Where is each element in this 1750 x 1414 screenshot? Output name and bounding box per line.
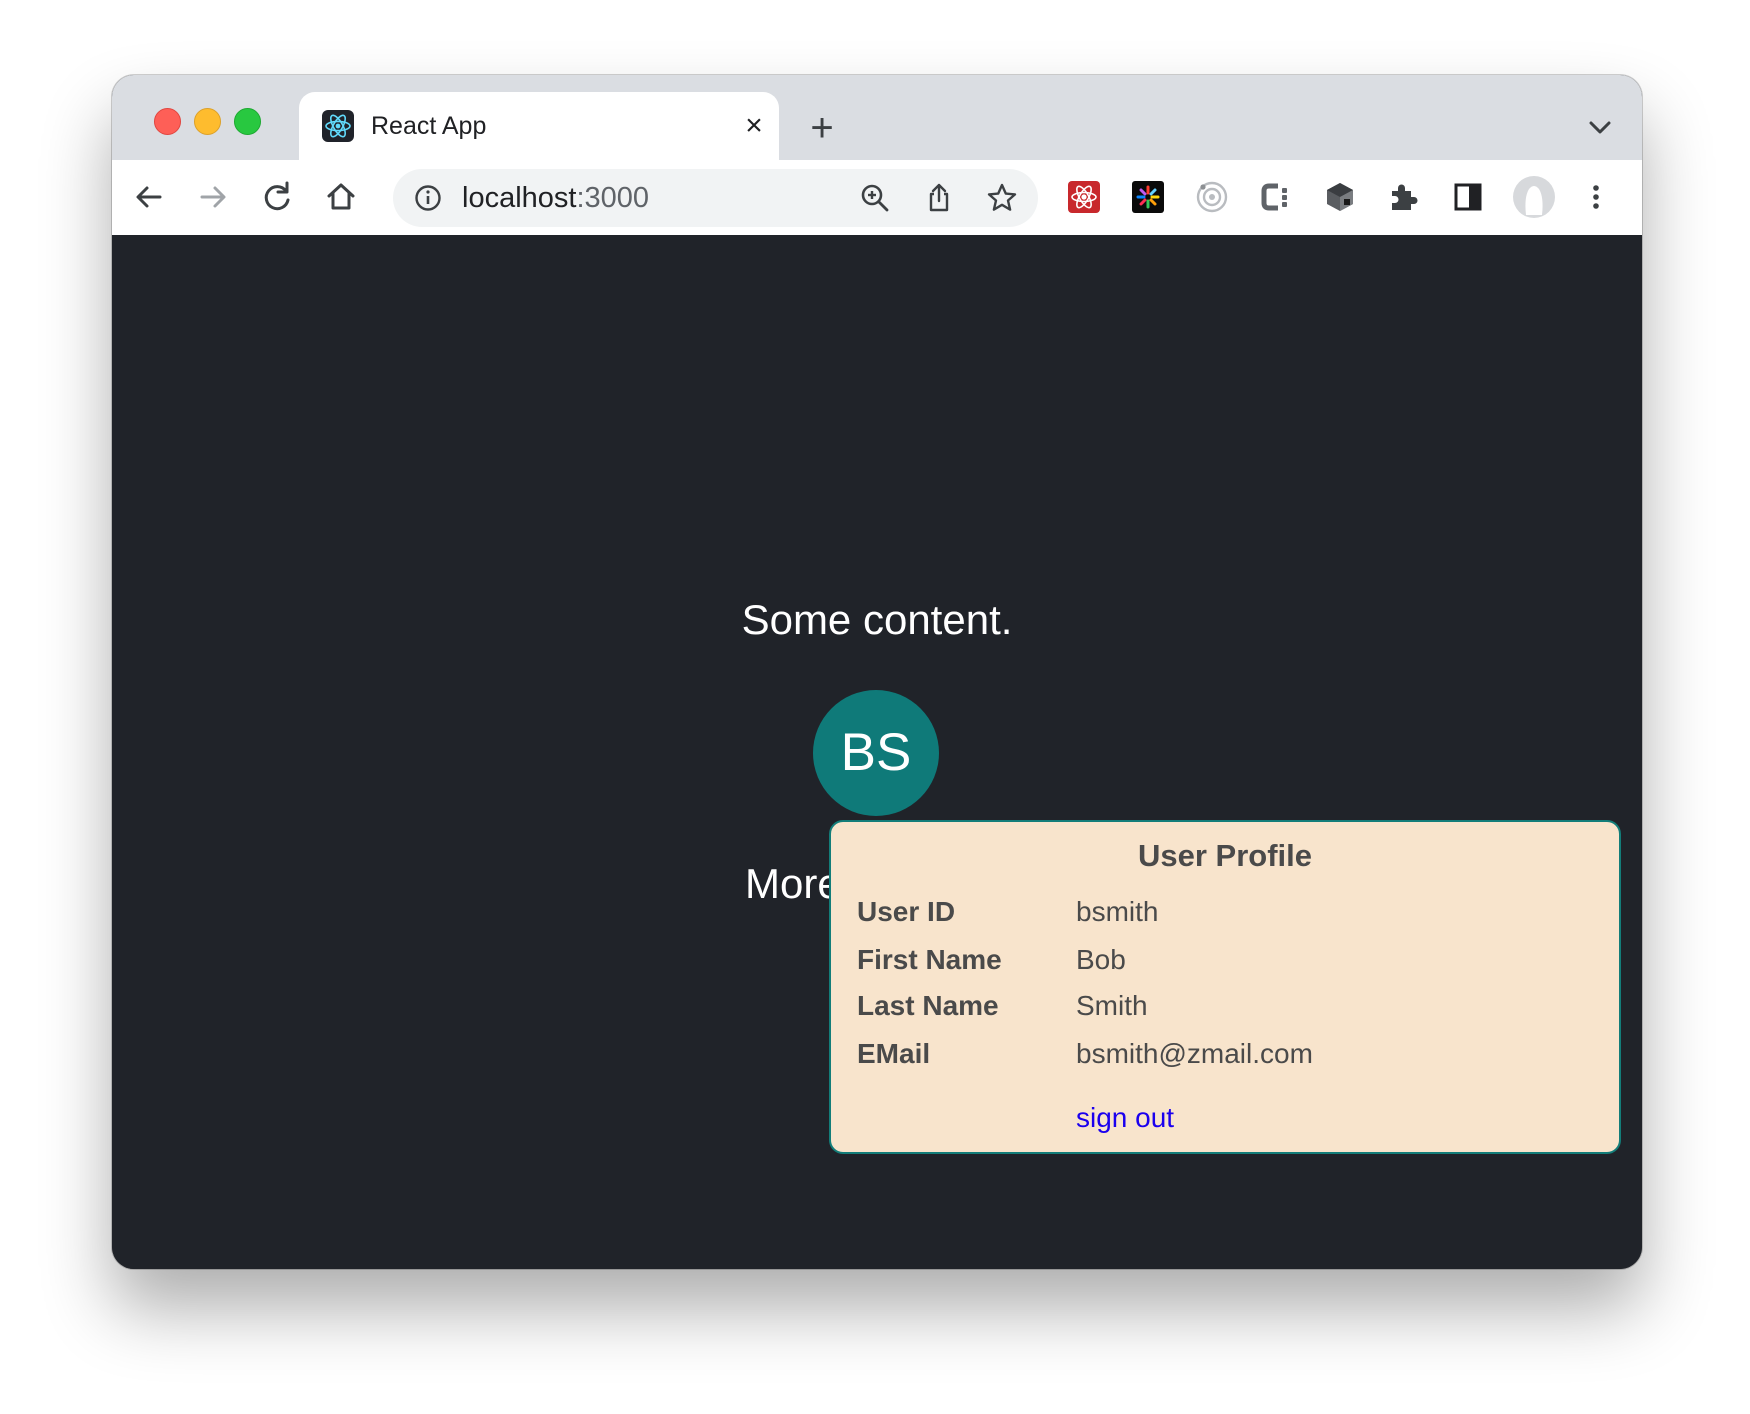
- url-host: localhost: [462, 182, 577, 214]
- more-vertical-menu-icon[interactable]: [1578, 179, 1614, 215]
- cube-extension-icon[interactable]: [1322, 179, 1358, 215]
- url-port: :3000: [576, 182, 650, 214]
- home-icon[interactable]: [320, 176, 362, 218]
- row-label: User ID: [857, 896, 956, 927]
- share-icon[interactable]: [923, 181, 955, 213]
- popup-title: User Profile: [1137, 838, 1312, 873]
- c-extension-icon[interactable]: [1258, 179, 1294, 215]
- more-content-text: More: [745, 860, 841, 907]
- site-info-icon[interactable]: [413, 183, 443, 213]
- forward-arrow-icon[interactable]: [192, 176, 234, 218]
- row-label: Last Name: [857, 990, 999, 1021]
- profile-avatar-icon[interactable]: [1512, 175, 1556, 219]
- new-tab-button[interactable]: +: [802, 108, 842, 148]
- row-value: bsmith: [1076, 896, 1159, 927]
- row-value: bsmith@zmail.com: [1076, 1038, 1313, 1069]
- zoom-window-button[interactable]: [234, 108, 261, 135]
- extensions-puzzle-icon[interactable]: [1386, 179, 1422, 215]
- back-arrow-icon[interactable]: [128, 176, 170, 218]
- bookmark-star-icon[interactable]: [985, 181, 1019, 215]
- row-value: Smith: [1076, 990, 1148, 1021]
- side-panel-icon[interactable]: [1450, 179, 1486, 215]
- reload-icon[interactable]: [256, 176, 298, 218]
- row-label: First Name: [857, 944, 1002, 975]
- target-extension-icon[interactable]: [1194, 179, 1230, 215]
- tab-search-chevron-down-icon[interactable]: [1582, 110, 1618, 146]
- react-devtools-extension-icon[interactable]: [1066, 179, 1102, 215]
- tab-strip: React App × +: [112, 75, 1642, 160]
- some-content-text: Some content.: [741, 596, 1013, 643]
- minimize-window-button[interactable]: [194, 108, 221, 135]
- address-bar[interactable]: localhost:3000: [393, 169, 1038, 227]
- row-value: Bob: [1076, 944, 1126, 975]
- tab-title: React App: [371, 112, 487, 140]
- close-window-button[interactable]: [154, 108, 181, 135]
- url-text: localhost:3000: [462, 181, 649, 215]
- color-picker-extension-icon[interactable]: [1130, 179, 1166, 215]
- row-label: EMail: [857, 1038, 931, 1069]
- page-content: Some content. BS More User Profile User …: [112, 235, 1642, 1269]
- sign-out-link[interactable]: sign out: [1076, 1100, 1174, 1136]
- browser-toolbar: localhost:3000: [112, 160, 1642, 236]
- tab-react-app[interactable]: React App ×: [299, 92, 779, 160]
- user-avatar-button[interactable]: BS: [813, 690, 939, 816]
- browser-window: React App × + localhost:3000 Some conten…: [112, 75, 1642, 1269]
- react-logo-icon: [322, 110, 354, 142]
- tab-close-icon[interactable]: ×: [737, 109, 771, 143]
- zoom-in-icon[interactable]: [859, 182, 891, 214]
- user-profile-popup: User Profile User ID bsmith First Name B…: [829, 820, 1621, 1154]
